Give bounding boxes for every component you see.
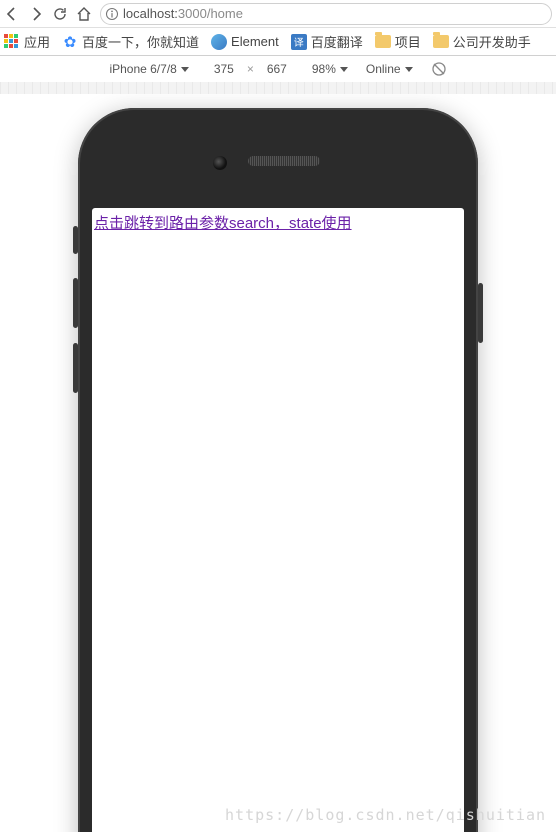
folder-icon (433, 34, 449, 50)
apps-label: 应用 (24, 32, 50, 51)
network-value: Online (366, 62, 401, 76)
bookmark-label: Element (231, 34, 279, 49)
baidu-icon: ✿ (62, 34, 78, 50)
device-stage: 点击跳转到路由参数search，state使用 https://blog.csd… (0, 94, 556, 832)
device-width-input[interactable] (207, 62, 241, 76)
rotate-icon (431, 61, 447, 77)
device-height-input[interactable] (260, 62, 294, 76)
address-bar[interactable]: localhost: 3000/home (100, 3, 552, 25)
element-icon (211, 34, 227, 50)
dimension-separator: × (247, 62, 254, 76)
arrow-left-icon (4, 6, 20, 22)
bookmark-company[interactable]: 公司开发助手 (433, 32, 531, 51)
rendered-page: 点击跳转到路由参数search，state使用 (92, 208, 464, 237)
apps-grid-icon (4, 34, 20, 50)
phone-screen: 点击跳转到路由参数search，state使用 (92, 208, 464, 832)
translate-icon: 译 (291, 34, 307, 50)
bookmark-translate[interactable]: 译 百度翻译 (291, 32, 363, 51)
phone-mute-switch (73, 226, 78, 254)
bookmark-baidu[interactable]: ✿ 百度一下，你就知道 (62, 32, 199, 51)
apps-button[interactable]: 应用 (4, 32, 50, 51)
phone-power-button (478, 283, 483, 343)
info-icon (105, 7, 119, 21)
zoom-value: 98% (312, 62, 336, 76)
bookmark-label: 项目 (395, 32, 421, 51)
browser-nav-bar: localhost: 3000/home (0, 0, 556, 28)
device-name: iPhone 6/7/8 (109, 62, 176, 76)
bookmark-element[interactable]: Element (211, 34, 279, 50)
device-selector[interactable]: iPhone 6/7/8 (109, 62, 188, 76)
bookmark-label: 百度翻译 (311, 32, 363, 51)
bookmarks-bar: 应用 ✿ 百度一下，你就知道 Element 译 百度翻译 项目 公司开发助手 (0, 28, 556, 56)
arrow-right-icon (28, 6, 44, 22)
url-host: localhost: (123, 6, 178, 21)
devtools-device-toolbar: iPhone 6/7/8 × 98% Online (0, 56, 556, 82)
route-link[interactable]: 点击跳转到路由参数search，state使用 (94, 215, 352, 232)
bookmark-label: 百度一下，你就知道 (82, 32, 199, 51)
phone-frame: 点击跳转到路由参数search，state使用 (78, 108, 478, 832)
phone-volume-down (73, 343, 78, 393)
folder-icon (375, 34, 391, 50)
rotate-button[interactable] (431, 61, 447, 77)
url-path: 3000/home (178, 6, 243, 21)
reload-icon (52, 6, 68, 22)
phone-speaker (248, 156, 320, 166)
back-button[interactable] (4, 6, 20, 22)
forward-button[interactable] (28, 6, 44, 22)
phone-volume-up (73, 278, 78, 328)
bookmark-project[interactable]: 项目 (375, 32, 421, 51)
home-icon (76, 6, 92, 22)
devtools-ruler (0, 82, 556, 94)
device-dimensions: × (207, 62, 294, 76)
zoom-selector[interactable]: 98% (312, 62, 348, 76)
network-selector[interactable]: Online (366, 62, 413, 76)
home-button[interactable] (76, 6, 92, 22)
bookmark-label: 公司开发助手 (453, 32, 531, 51)
phone-camera (213, 156, 227, 170)
reload-button[interactable] (52, 6, 68, 22)
